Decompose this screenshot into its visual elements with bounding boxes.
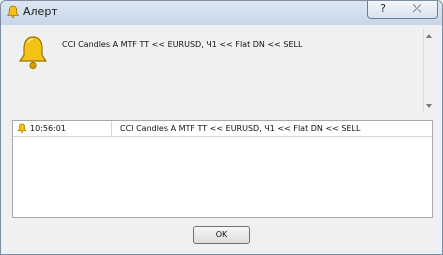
- close-icon: ⤫: [412, 2, 422, 15]
- alert-time: 10:56:01: [30, 124, 66, 133]
- bell-icon: [17, 123, 27, 134]
- scroll-up-icon[interactable]: [426, 34, 432, 38]
- bell-icon: [18, 36, 48, 70]
- window-title: Алерт: [23, 5, 58, 18]
- alert-window: Алерт ? ⤫ CCI Candles A MTF TT << EURUSD…: [0, 0, 443, 255]
- help-icon: ?: [380, 2, 386, 15]
- dialog-body: CCI Candles A MTF TT << EURUSD, Ч1 << Fl…: [5, 27, 438, 251]
- alert-row-message: CCI Candles A MTF TT << EURUSD, Ч1 << Fl…: [120, 124, 361, 133]
- message-area: CCI Candles A MTF TT << EURUSD, Ч1 << Fl…: [8, 29, 434, 113]
- alert-message: CCI Candles A MTF TT << EURUSD, Ч1 << Fl…: [62, 40, 303, 49]
- scroll-down-icon[interactable]: [426, 104, 432, 108]
- help-button[interactable]: ?: [367, 1, 399, 19]
- list-item[interactable]: 10:56:01 CCI Candles A MTF TT << EURUSD,…: [13, 121, 432, 137]
- bell-icon: [7, 5, 19, 19]
- close-button[interactable]: ⤫: [397, 1, 438, 19]
- message-scrollbar[interactable]: [423, 29, 434, 113]
- alert-history-list[interactable]: 10:56:01 CCI Candles A MTF TT << EURUSD,…: [12, 120, 433, 218]
- title-bar[interactable]: Алерт ? ⤫: [1, 1, 442, 23]
- time-cell: 10:56:01: [13, 121, 112, 136]
- ok-button[interactable]: OK: [193, 226, 250, 244]
